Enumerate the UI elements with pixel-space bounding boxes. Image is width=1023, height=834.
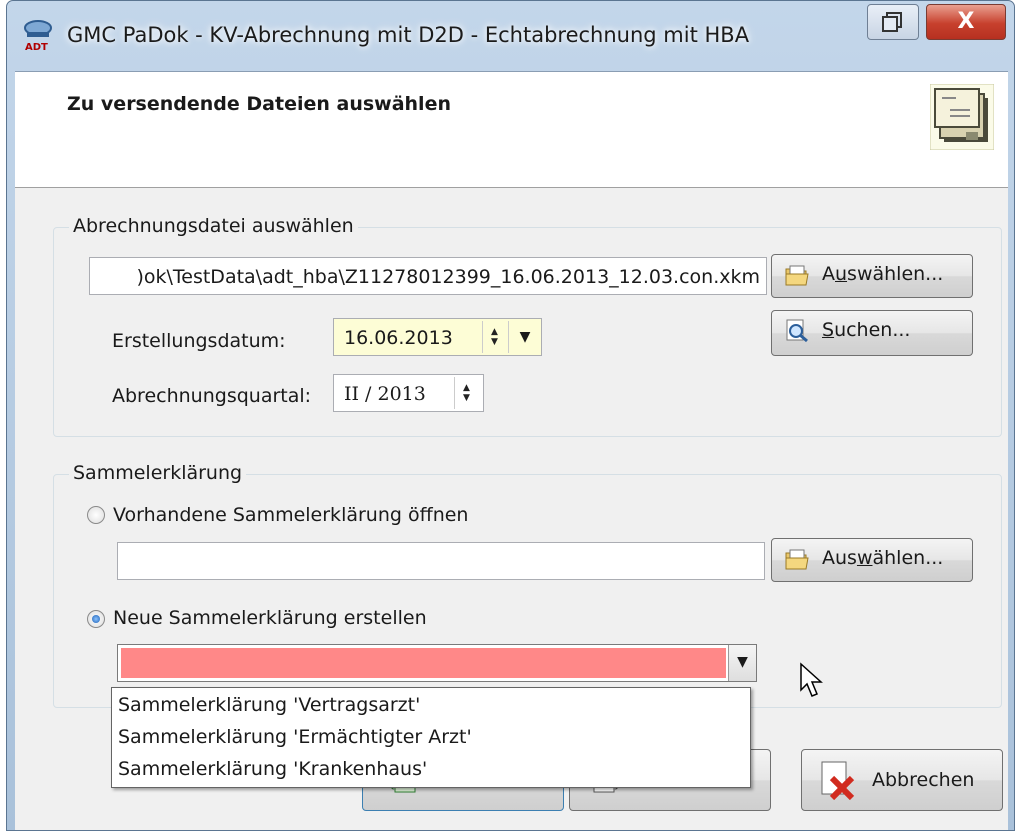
sammel-type-dropdown: Sammelerklärung 'Vertragsarzt' Sammelerk… [111, 687, 751, 788]
dropdown-option-krankenhaus[interactable]: Sammelerklärung 'Krankenhaus' [118, 758, 427, 780]
wizard-header: Zu versendende Dateien auswählen [15, 72, 1008, 188]
search-button-label: Suchen... [822, 319, 911, 341]
close-button[interactable]: X [926, 4, 1006, 40]
erstellungsdatum-input[interactable]: 16.06.2013 ▲ ▼ ▼ [333, 318, 542, 356]
date-dropdown-button[interactable]: ▼ [508, 321, 541, 353]
adt-app-icon: ADT [24, 20, 52, 52]
existing-sammel-input[interactable] [117, 542, 765, 580]
restore-icon [882, 12, 902, 32]
title-bar: ADT GMC PaDok - KV-Abrechnung mit D2D - … [7, 1, 1014, 71]
date-spinner[interactable]: ▲ ▼ [482, 321, 506, 353]
new-sammel-radio[interactable] [87, 610, 105, 628]
select-sammel-button[interactable]: Auswählen... [771, 538, 973, 582]
erstellungsdatum-label: Erstellungsdatum: [112, 330, 286, 352]
select-file-button[interactable]: Auswählen... [771, 254, 973, 298]
page-title: Zu versendende Dateien auswählen [67, 93, 451, 115]
open-existing-label[interactable]: Vorhandene Sammelerklärung öffnen [113, 504, 468, 526]
select-file-button-label: Auswählen... [822, 263, 944, 285]
cancel-icon [821, 761, 855, 800]
spin-down-icon: ▼ [463, 393, 470, 403]
chevron-down-icon: ▼ [519, 329, 531, 345]
abrechnungsquartal-value: II / 2013 [344, 383, 426, 405]
erstellungsdatum-value: 16.06.2013 [344, 327, 453, 349]
cancel-button[interactable]: Abbrechen [801, 749, 1003, 811]
chevron-down-icon: ▼ [737, 654, 748, 670]
cancel-button-label: Abbrechen [872, 769, 975, 791]
open-existing-radio[interactable] [87, 506, 105, 524]
spin-down-icon: ▼ [491, 337, 498, 347]
folder-open-icon [785, 265, 809, 286]
quarter-spinner[interactable]: ▲ ▼ [454, 377, 478, 409]
sammel-type-combo[interactable]: ▼ [117, 644, 757, 682]
combo-dropdown-button[interactable]: ▼ [728, 645, 756, 681]
mouse-cursor-icon [800, 662, 823, 697]
abrechnungsquartal-label: Abrechnungsquartal: [112, 385, 312, 407]
dropdown-option-ermaechtigter-arzt[interactable]: Sammelerklärung 'Ermächtigter Arzt' [118, 726, 472, 748]
spin-up-icon: ▲ [491, 327, 498, 337]
sammel-type-combo-value [121, 648, 726, 678]
dropdown-option-vertragsarzt[interactable]: Sammelerklärung 'Vertragsarzt' [118, 694, 420, 716]
abrechnungsquartal-input[interactable]: II / 2013 ▲ ▼ [333, 374, 484, 412]
close-icon: X [957, 9, 975, 34]
restore-button[interactable] [867, 4, 919, 40]
sammelerklaerung-group-label: Sammelerklärung [69, 462, 247, 484]
window-title: GMC PaDok - KV-Abrechnung mit D2D - Echt… [67, 23, 750, 47]
select-sammel-button-label: Auswählen... [822, 547, 944, 569]
abrechnung-file-path: )ok\TestData\adt_hba\Z11278012399_16.06.… [136, 266, 760, 288]
spin-up-icon: ▲ [463, 383, 470, 393]
abrechnungsdatei-group-label: Abrechnungsdatei auswählen [69, 215, 358, 237]
search-document-icon [786, 319, 808, 343]
search-button[interactable]: Suchen... [771, 310, 973, 356]
folder-open-icon [785, 549, 809, 570]
new-sammel-label[interactable]: Neue Sammelerklärung erstellen [113, 607, 427, 629]
svg-text:ADT: ADT [25, 42, 48, 52]
envelope-stack-icon [930, 84, 994, 150]
abrechnung-file-input[interactable]: )ok\TestData\adt_hba\Z11278012399_16.06.… [89, 257, 767, 295]
